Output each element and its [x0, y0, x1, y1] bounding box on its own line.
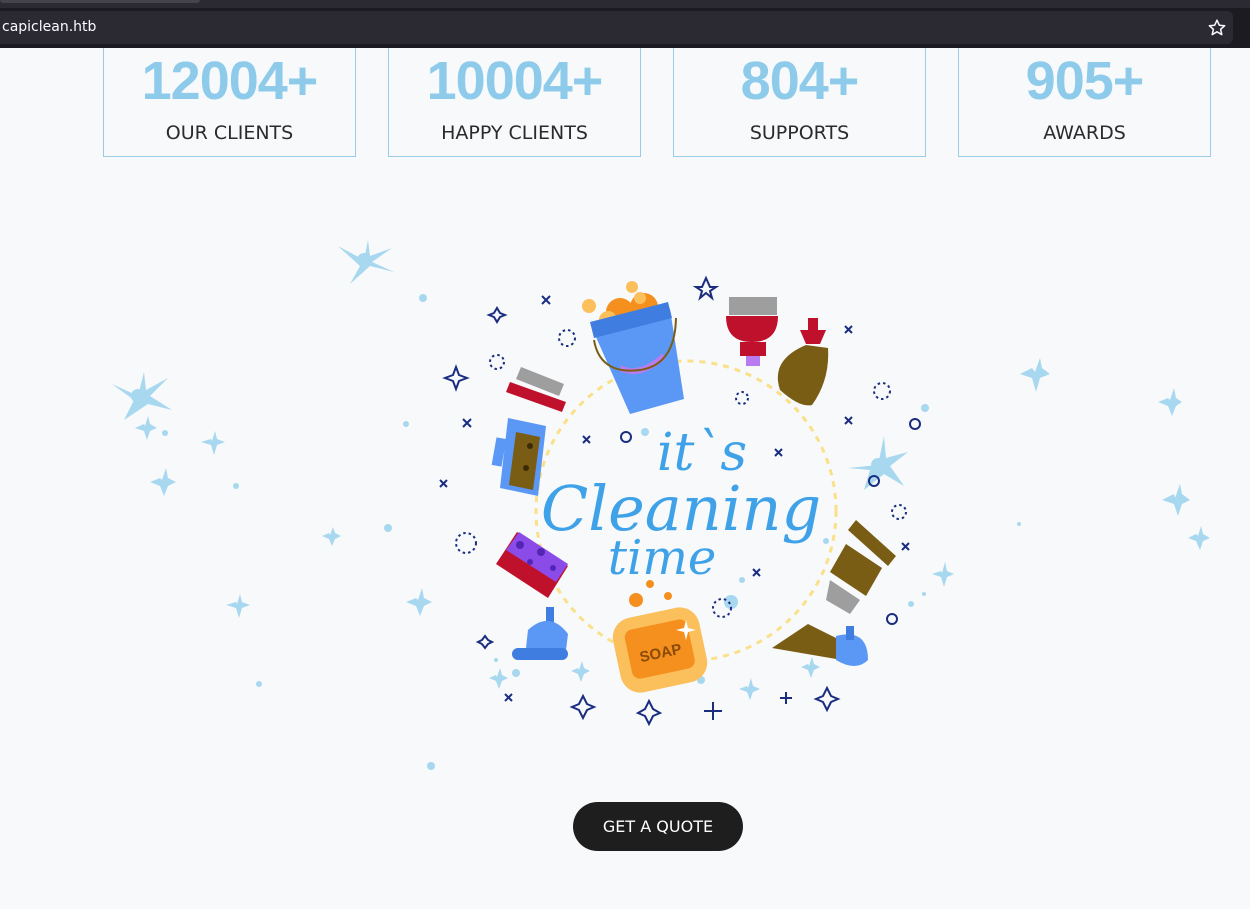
url-text[interactable]: capiclean.htb [2, 11, 96, 44]
cleaner-bottle-icon [512, 607, 568, 660]
stat-number: 12004+ [141, 51, 319, 111]
browser-toolbar: capiclean.htb [0, 0, 1250, 48]
scrub-brush-icon [506, 367, 566, 412]
active-tab[interactable] [0, 0, 200, 3]
stat-card-happy-clients: 10004+ HAPPY CLIENTS [388, 48, 641, 157]
spray-bottle-icon [777, 318, 829, 406]
squeegee-icon [491, 418, 546, 496]
stat-label: SUPPORTS [749, 122, 850, 144]
cleaning-time-illustration: SOAP it`s Cleaning time [112, 240, 1210, 770]
stat-label: AWARDS [1043, 122, 1126, 144]
stat-label: OUR CLIENTS [165, 122, 294, 144]
stat-number: 804+ [740, 51, 860, 111]
get-quote-button[interactable]: GET A QUOTE [573, 802, 743, 851]
lettering-line3: time [608, 530, 717, 586]
stat-number: 10004+ [426, 51, 604, 111]
plunger-icon [726, 297, 778, 366]
star-icon[interactable] [1207, 18, 1227, 38]
broom-icon [826, 520, 896, 614]
soap-icon: SOAP [612, 580, 708, 693]
address-bar[interactable]: capiclean.htb [0, 11, 1233, 44]
stat-label: HAPPY CLIENTS [441, 122, 588, 144]
tab-strip [0, 0, 1250, 8]
stat-card-supports: 804+ SUPPORTS [673, 48, 926, 157]
bucket-icon [582, 281, 684, 414]
stat-number: 905+ [1025, 51, 1145, 111]
stat-card-awards: 905+ AWARDS [958, 48, 1211, 157]
stat-card-clients: 12004+ OUR CLIENTS [103, 48, 356, 157]
mop-icon [772, 624, 868, 666]
cleaning-time-lettering: it`s Cleaning time [541, 423, 821, 586]
